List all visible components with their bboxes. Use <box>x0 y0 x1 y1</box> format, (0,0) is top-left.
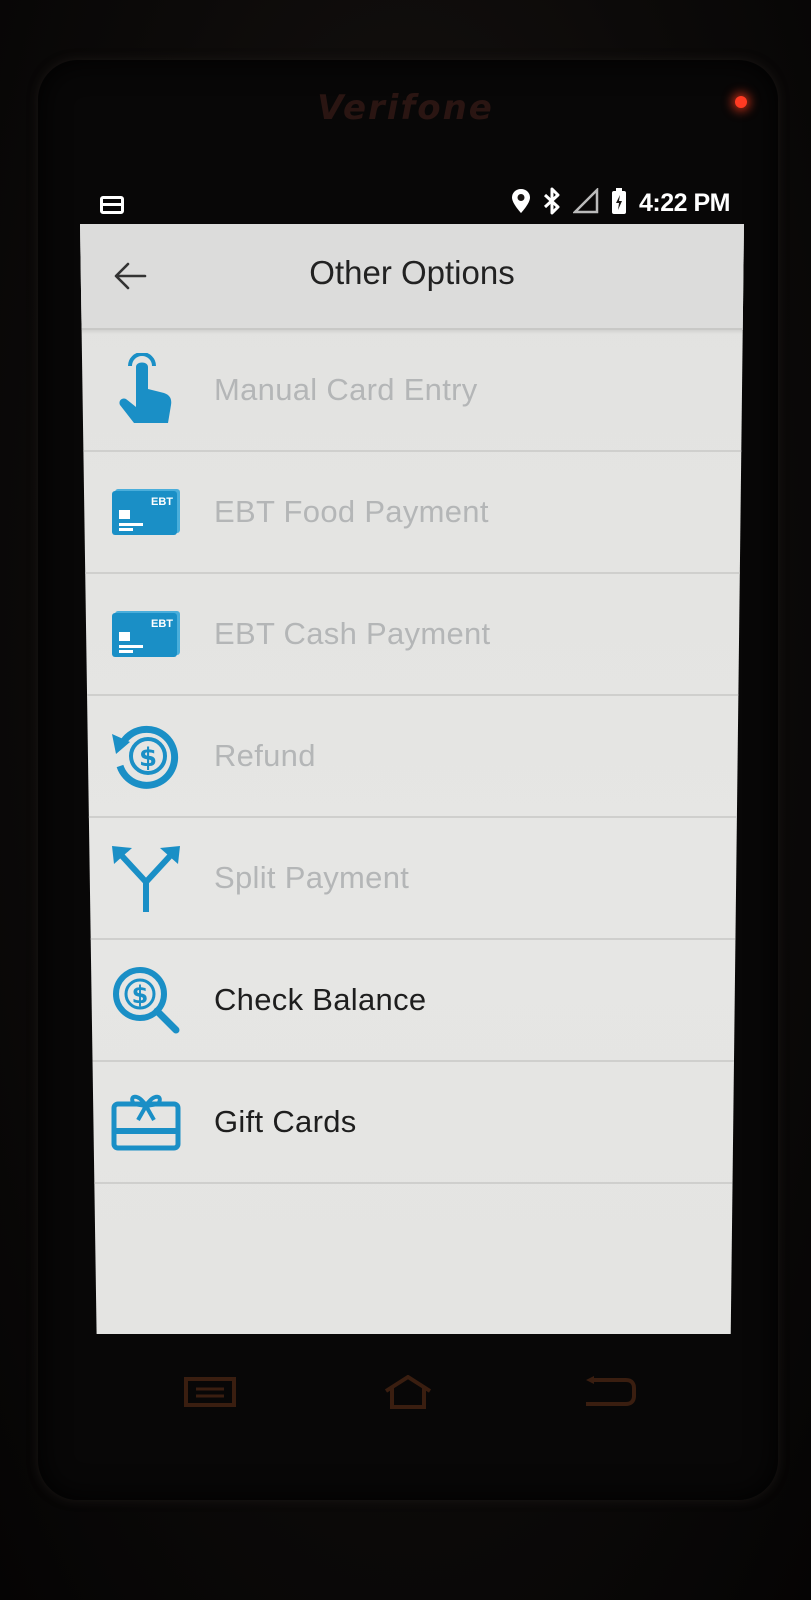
location-icon <box>511 188 531 219</box>
ebt-card-icon: EBT <box>108 474 184 550</box>
status-time: 4:22 PM <box>639 188 730 217</box>
payment-terminal: Verifone 4:22 PM Other Options Manual Ca… <box>0 0 811 1600</box>
app-toolbar: Other Options <box>80 224 744 330</box>
menu-item-label: Split Payment <box>214 860 410 895</box>
menu-item-gift-cards[interactable]: Gift Cards <box>80 1062 744 1184</box>
cell-signal-icon <box>571 186 599 219</box>
card-notification-icon <box>100 196 124 214</box>
hardware-nav-bar <box>0 1370 811 1420</box>
menu-item-label: EBT Cash Payment <box>214 616 491 651</box>
menu-item-label: Manual Card Entry <box>214 372 478 407</box>
refund-dollar-icon: $ <box>108 718 184 794</box>
split-arrows-icon <box>108 840 184 916</box>
home-button[interactable] <box>378 1370 438 1414</box>
recent-apps-icon <box>184 1377 236 1407</box>
menu-item-label: Gift Cards <box>214 1104 357 1139</box>
menu-item-manual-card-entry[interactable]: Manual Card Entry <box>80 330 744 452</box>
svg-text:$: $ <box>132 981 149 1009</box>
back-nav-button[interactable] <box>578 1370 638 1414</box>
bluetooth-icon <box>543 187 561 220</box>
menu-item-split-payment[interactable]: Split Payment <box>80 818 744 940</box>
status-bar: 4:22 PM <box>90 186 730 220</box>
app-screen: Other Options Manual Card Entry EBT EBT … <box>80 224 744 1334</box>
home-icon <box>384 1375 432 1409</box>
page-title: Other Options <box>309 254 515 291</box>
options-list: Manual Card Entry EBT EBT Food Payment E… <box>80 330 744 1184</box>
menu-item-label: EBT Food Payment <box>214 494 489 529</box>
battery-charging-icon <box>611 187 627 220</box>
svg-text:$: $ <box>139 743 157 773</box>
ebt-card-icon: EBT <box>108 596 184 672</box>
menu-item-label: Check Balance <box>214 982 427 1017</box>
menu-item-ebt-cash-payment[interactable]: EBT EBT Cash Payment <box>80 574 744 696</box>
gift-card-icon <box>108 1084 184 1160</box>
menu-item-ebt-food-payment[interactable]: EBT EBT Food Payment <box>80 452 744 574</box>
dollar-search-icon: $ <box>108 962 184 1038</box>
brand-logo: Verifone <box>317 88 494 128</box>
ebt-card-text: EBT <box>151 496 173 508</box>
tap-finger-icon <box>108 352 184 428</box>
menu-item-refund[interactable]: $ Refund <box>80 696 744 818</box>
status-led <box>735 96 747 108</box>
menu-item-check-balance[interactable]: $ Check Balance <box>80 940 744 1062</box>
status-icons: 4:22 PM <box>511 186 730 220</box>
ebt-card-text: EBT <box>151 618 173 630</box>
recent-apps-button[interactable] <box>180 1370 240 1414</box>
back-icon <box>586 1376 636 1406</box>
menu-item-label: Refund <box>214 738 316 773</box>
